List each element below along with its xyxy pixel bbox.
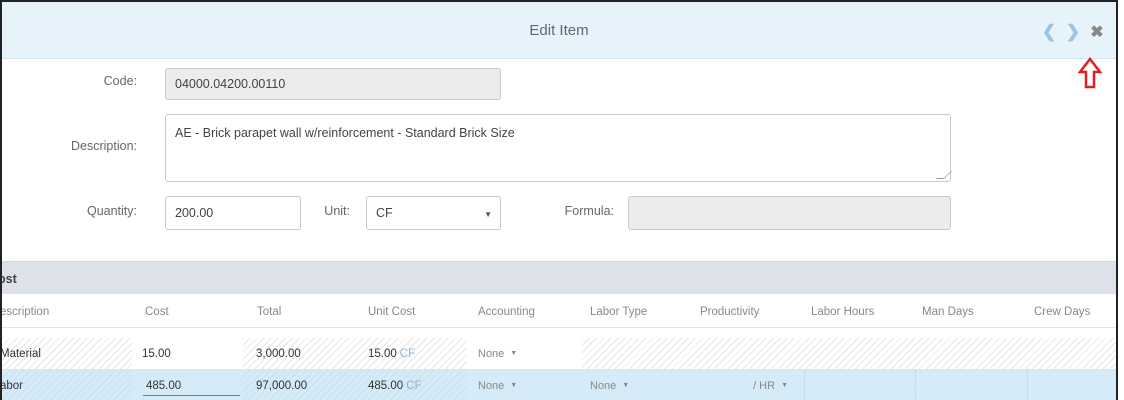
table-row: Material 15.00 3,000.00 15.00 CF None ▼ — [2, 338, 1116, 370]
unit-cost-value: 485.00 — [368, 379, 404, 392]
accounting-value: None — [478, 379, 505, 392]
row-total: 3,000.00 — [256, 347, 301, 360]
input-underline — [143, 395, 240, 396]
table-row-selected: abor 485.00 97,000.00 485.00 CF None ▼ No… — [2, 370, 1116, 400]
labor-type-value: None — [590, 379, 617, 392]
labor-type-select[interactable]: None ▼ — [582, 370, 693, 400]
cost-section-header: ost — [2, 261, 1116, 294]
productivity-select[interactable]: / HR ▼ — [693, 370, 804, 400]
unit-cost-value: 15.00 — [368, 347, 397, 360]
col-crew-days: Crew Days — [1034, 306, 1091, 318]
cost-section-title: ost — [2, 272, 17, 286]
unit-select[interactable]: CF ▼ — [366, 196, 501, 230]
unit-cost-unit: CF — [406, 379, 422, 392]
quantity-field[interactable]: 200.00 — [165, 196, 301, 230]
cost-table-header: escription Cost Total Unit Cost Accounti… — [2, 295, 1116, 328]
unit-cost-unit: CF — [399, 347, 416, 360]
accounting-value: None — [478, 347, 505, 360]
productivity-unit: / HR — [753, 379, 776, 392]
chevron-right-icon[interactable]: ❯ — [1064, 22, 1082, 41]
dialog-nav: ❮ ❯ ✖ — [1040, 22, 1106, 41]
dialog-title: Edit Item — [529, 22, 589, 39]
col-cost: Cost — [145, 306, 169, 318]
labor-hours-input[interactable] — [804, 370, 914, 400]
caret-down-icon: ▼ — [510, 382, 518, 389]
description-value: AE - Brick parapet wall w/reinforcement … — [175, 126, 515, 140]
code-value: 04000.04200.00110 — [175, 77, 286, 91]
row-description: abor — [0, 379, 24, 392]
accounting-select[interactable]: None ▼ — [467, 370, 582, 400]
resize-handle[interactable] — [936, 171, 952, 179]
edit-item-dialog: Edit Item ❮ ❯ ✖ Code: 04000.04200.00110 … — [0, 0, 1118, 400]
row-unit-cost: 15.00 CF — [368, 338, 468, 369]
caret-down-icon: ▼ — [781, 382, 788, 389]
code-label: Code: — [103, 74, 137, 88]
row-description: Material — [0, 347, 41, 360]
col-productivity: Productivity — [700, 306, 760, 318]
description-label: Description: — [71, 139, 137, 153]
unit-value: CF — [376, 206, 393, 220]
row-total: 97,000.00 — [256, 379, 308, 392]
dialog-header: Edit Item ❮ ❯ ✖ — [2, 2, 1116, 59]
formula-label: Formula: — [564, 204, 614, 218]
cost-input[interactable]: 15.00 — [132, 338, 243, 369]
col-accounting: Accounting — [478, 306, 535, 318]
col-unit-cost: Unit Cost — [368, 306, 416, 318]
col-description: escription — [0, 306, 50, 318]
col-labor-type: Labor Type — [590, 306, 648, 318]
col-total: Total — [257, 306, 282, 318]
man-days-input[interactable] — [915, 370, 1026, 400]
quantity-value: 200.00 — [175, 206, 214, 220]
crew-days-input[interactable] — [1027, 370, 1116, 400]
row-unit-cost: 485.00 CF — [368, 370, 468, 400]
caret-down-icon: ▼ — [622, 382, 630, 389]
unit-label: Unit: — [324, 204, 350, 218]
chevron-left-icon[interactable]: ❮ — [1040, 22, 1058, 41]
accounting-select[interactable]: None ▼ — [467, 338, 582, 369]
col-labor-hours: Labor Hours — [811, 306, 875, 318]
col-man-days: Man Days — [922, 306, 974, 318]
caret-down-icon: ▼ — [484, 210, 492, 219]
caret-down-icon: ▼ — [510, 350, 518, 357]
quantity-label: Quantity: — [86, 204, 137, 218]
description-field[interactable]: AE - Brick parapet wall w/reinforcement … — [165, 114, 952, 182]
arrow-up-icon — [1078, 57, 1102, 89]
code-field: 04000.04200.00110 — [165, 68, 501, 100]
close-icon[interactable]: ✖ — [1088, 23, 1106, 41]
formula-field[interactable] — [628, 196, 951, 230]
